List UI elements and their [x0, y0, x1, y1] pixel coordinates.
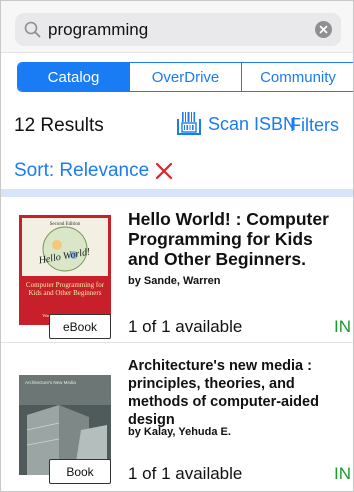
- tab-community[interactable]: Community: [242, 63, 353, 91]
- clear-search-icon[interactable]: [315, 21, 332, 38]
- barcode-scan-icon: [177, 112, 201, 135]
- cover-subtitle-text: Computer Programming for Kids and Other …: [25, 281, 105, 297]
- cover-edition-text: Second Edition: [50, 222, 81, 227]
- cover-title-text: Architecture's New Media: [25, 380, 76, 385]
- tab-overdrive[interactable]: OverDrive: [130, 63, 242, 91]
- sort-label[interactable]: Sort: Relevance: [14, 160, 149, 182]
- availability-status: IN: [334, 464, 351, 483]
- search-field[interactable]: [15, 13, 341, 46]
- search-icon: [24, 21, 41, 38]
- section-divider: [1, 189, 353, 197]
- availability-status: IN: [334, 317, 351, 336]
- search-input[interactable]: [48, 17, 298, 42]
- result-title[interactable]: Hello World! : Computer Programming for …: [128, 209, 348, 269]
- sort-control: Sort: Relevance: [14, 160, 173, 182]
- results-count: 12 Results: [14, 115, 104, 136]
- availability-text: 1 of 1 available: [128, 464, 243, 483]
- source-tabs: Catalog OverDrive Community: [17, 62, 353, 92]
- scan-isbn-label: Scan ISBN: [208, 113, 297, 134]
- format-badge: Book: [49, 459, 111, 484]
- app-frame: Catalog OverDrive Community 12 Results S…: [0, 0, 354, 492]
- result-item[interactable]: Architecture's New Media Book Architectu…: [1, 343, 353, 491]
- result-author: by Kalay, Yehuda E.: [128, 426, 231, 438]
- availability-text: 1 of 1 available: [128, 317, 243, 336]
- result-title[interactable]: Architecture's new media : principles, t…: [128, 357, 348, 429]
- result-author: by Sande, Warren: [128, 275, 221, 287]
- search-bar: [1, 1, 353, 53]
- tab-catalog[interactable]: Catalog: [18, 63, 130, 91]
- scan-isbn-button[interactable]: Scan ISBN: [176, 111, 296, 137]
- result-item[interactable]: Second Edition Hello World! Computer Pro…: [1, 197, 353, 343]
- format-badge: eBook: [49, 314, 111, 339]
- filters-button[interactable]: Filters: [290, 115, 339, 136]
- remove-sort-icon[interactable]: [155, 162, 173, 180]
- book-cover-image: Second Edition Hello World! Computer Pro…: [19, 215, 111, 325]
